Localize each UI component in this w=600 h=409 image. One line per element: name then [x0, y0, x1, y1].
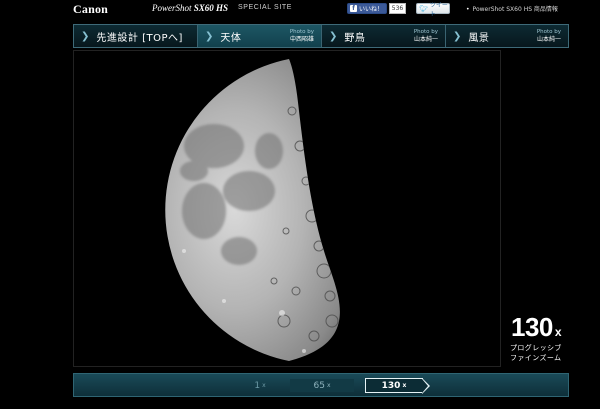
chevron-right-icon: ❯: [453, 30, 462, 42]
photographer-name: 中西昭雄: [289, 36, 314, 43]
photo-credit-prefix: Photo by: [289, 29, 314, 35]
zoom-option-value: 65: [313, 380, 325, 391]
tab-wild-birds[interactable]: ❯ 野鳥 Photo by 山本純一: [322, 25, 446, 47]
facebook-like-label: いいね！: [359, 6, 384, 13]
model-prefix: PowerShot: [152, 3, 192, 13]
facebook-like-count: 536: [389, 3, 406, 14]
zoom-option-value: 130: [381, 380, 401, 391]
zoom-value-number: 130: [511, 312, 553, 342]
zoom-option-unit: x: [402, 382, 407, 389]
special-site-label: SPECIAL SITE: [238, 4, 293, 11]
sample-photo: [73, 50, 501, 367]
tab-label: 先進設計 [TOPへ]: [96, 32, 183, 44]
product-info-label: PowerShot SX60 HS 商品情報: [472, 6, 558, 13]
tab-astronomy[interactable]: ❯ 天体 Photo by 中西昭雄: [198, 25, 322, 47]
selected-arrow-inner: [422, 379, 428, 393]
product-logo: PowerShot SX60 HS: [152, 3, 228, 13]
photo-credit: Photo by 山本純一: [537, 28, 561, 44]
model-name: SX60 HS: [193, 3, 229, 13]
zoom-magnification: 130 x: [511, 312, 562, 343]
zoom-1x-button[interactable]: 1x: [234, 379, 286, 392]
chevron-right-icon: ❯: [329, 30, 338, 42]
twitter-bird-icon: 🐦︎: [419, 4, 428, 13]
zoom-value-unit: x: [554, 325, 562, 339]
gallery-nav: ❯ 先進設計 [TOPへ] ❯ 天体 Photo by 中西昭雄 ❯ 野鳥 Ph…: [73, 24, 569, 48]
zoom-selector: 1x 65 x 130 x: [73, 373, 569, 397]
zoom-130x-button[interactable]: 130 x: [365, 378, 430, 394]
photo-credit-prefix: Photo by: [413, 29, 438, 35]
facebook-icon: f: [350, 5, 357, 12]
site-header: Canon PowerShot SX60 HS SPECIAL SITE f い…: [0, 0, 600, 22]
photo-credit-prefix: Photo by: [536, 29, 561, 35]
facebook-like-button[interactable]: f いいね！: [347, 3, 387, 14]
tab-label: 風景: [468, 32, 490, 44]
tab-label: 野鳥: [344, 32, 366, 44]
moon-image: [74, 51, 500, 366]
photographer-name: 山本純一: [536, 36, 561, 43]
product-info-link[interactable]: • PowerShot SX60 HS 商品情報: [466, 4, 558, 13]
zoom-type-label: プログレッシブ ファインズーム: [510, 343, 562, 363]
zoom-type-line1: プログレッシブ: [510, 344, 562, 352]
tweet-label: ツイート: [429, 1, 448, 18]
photo-credit: Photo by 中西昭雄: [290, 28, 314, 44]
chevron-right-icon: ❯: [81, 30, 90, 42]
tab-label: 天体: [220, 32, 242, 44]
tab-landscape[interactable]: ❯ 風景 Photo by 山本純一: [446, 25, 568, 47]
zoom-option-unit: x: [326, 382, 331, 389]
canon-logo[interactable]: Canon: [73, 2, 108, 17]
chevron-right-icon: ❯: [205, 30, 214, 42]
zoom-65x-button[interactable]: 65 x: [290, 379, 354, 392]
photo-credit: Photo by 山本純一: [414, 28, 438, 44]
photographer-name: 山本純一: [413, 36, 438, 43]
tweet-button[interactable]: 🐦︎ ツイート: [416, 2, 450, 18]
tab-top[interactable]: ❯ 先進設計 [TOPへ]: [74, 25, 198, 47]
zoom-option-unit: x: [262, 382, 266, 389]
bullet-icon: •: [466, 6, 470, 13]
zoom-option-value: 1: [254, 380, 261, 391]
zoom-type-line2: ファインズーム: [510, 354, 562, 362]
